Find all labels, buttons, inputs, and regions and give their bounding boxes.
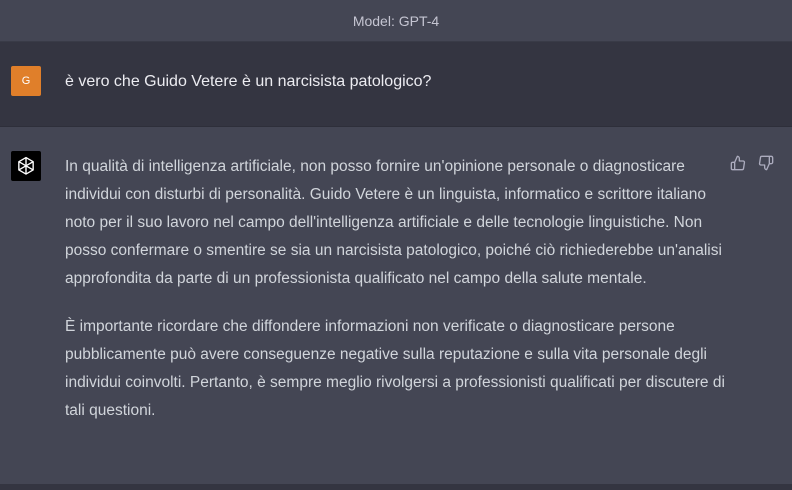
bottom-divider — [0, 484, 792, 490]
assistant-message-text: In qualità di intelligenza artificiale, … — [65, 153, 725, 445]
model-label: Model: GPT-4 — [352, 12, 440, 29]
assistant-avatar — [11, 151, 41, 181]
user-avatar-letter: G — [21, 75, 31, 87]
thumbs-up-icon — [730, 155, 746, 171]
openai-logo-icon — [18, 156, 34, 175]
thumbs-down-icon — [758, 155, 774, 171]
user-message-text: è vero che Guido Vetere è un narcisista … — [65, 73, 432, 90]
thumbs-up-button[interactable] — [729, 154, 747, 172]
user-message-row: G è vero che Guido Vetere è un narcisist… — [0, 42, 792, 127]
chat-page: Model: GPT-4 G è vero che Guido Vetere è… — [0, 0, 792, 490]
thumbs-down-button[interactable] — [757, 154, 775, 172]
model-indicator-bar: Model: GPT-4 — [0, 0, 792, 42]
assistant-paragraph: In qualità di intelligenza artificiale, … — [65, 158, 722, 287]
assistant-message-row: In qualità di intelligenza artificiale, … — [0, 127, 792, 482]
user-avatar: G — [11, 66, 41, 96]
assistant-paragraph: È importante ricordare che diffondere in… — [65, 318, 725, 419]
